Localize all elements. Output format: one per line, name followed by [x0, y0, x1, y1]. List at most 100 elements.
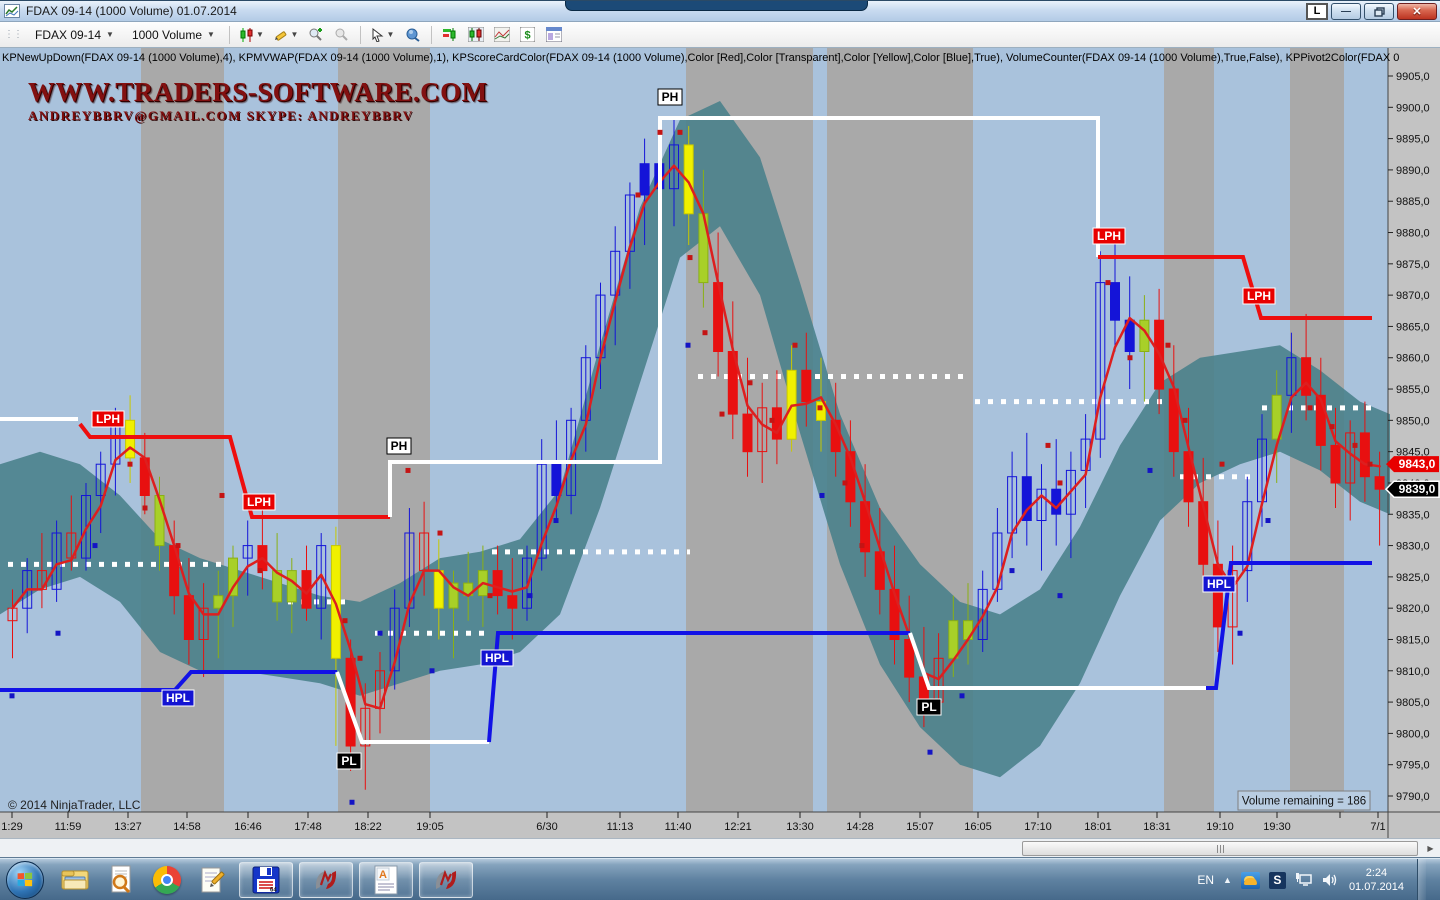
start-button[interactable] [6, 861, 44, 899]
taskbar: 64 A EN ▲ S 2:24 01.07.2014 [0, 858, 1440, 900]
minimize-button[interactable]: — [1331, 3, 1361, 20]
candle [1199, 502, 1208, 565]
zoom-out-button[interactable] [331, 25, 353, 45]
zoom-in-button[interactable] [305, 25, 327, 45]
price-tick-label: 9860,0 [1396, 353, 1430, 365]
search-document-icon [108, 865, 134, 895]
toolbar-separator [360, 26, 361, 44]
scrollbar-right-arrow[interactable]: ▶ [1423, 841, 1438, 856]
price-tick-label: 9905,0 [1396, 71, 1430, 83]
skype-icon[interactable]: S [1269, 872, 1286, 889]
candle [640, 164, 649, 195]
app-icon [4, 4, 20, 18]
chevron-down-icon: ▼ [207, 30, 215, 39]
candle [508, 596, 517, 609]
ninjatrader-icon [431, 865, 461, 895]
hidden-icons-button[interactable]: ▲ [1223, 875, 1232, 885]
volume-icon[interactable] [1322, 871, 1340, 889]
market-analyzer-icon [468, 27, 484, 42]
tray-time: 2:24 [1349, 866, 1404, 880]
taskbar-item-search[interactable] [101, 861, 141, 899]
time-tick-label: 6/30 [536, 821, 557, 833]
svg-text:9839,0: 9839,0 [1399, 482, 1436, 496]
candle [126, 420, 135, 458]
chart-trader-button[interactable] [439, 25, 461, 45]
interval-dropdown[interactable]: 1000 Volume▼ [125, 25, 222, 45]
price-tick-label: 9850,0 [1396, 415, 1430, 427]
svg-text:PL: PL [341, 754, 356, 768]
restore-button[interactable] [1364, 3, 1394, 20]
time-tick-label: 13:30 [786, 821, 814, 833]
show-desktop-button[interactable] [1417, 859, 1426, 900]
svg-text:64: 64 [270, 887, 277, 893]
time-tick-label: 18:01 [1084, 821, 1112, 833]
dollar-icon: $ [520, 27, 535, 42]
time-tick-label: 16:05 [964, 821, 992, 833]
account-button[interactable]: $ [517, 25, 539, 45]
candle [287, 571, 296, 602]
network-icon[interactable] [1295, 871, 1313, 889]
svg-text:9843,0: 9843,0 [1399, 457, 1436, 471]
svg-text:$: $ [525, 30, 531, 42]
candle [493, 571, 502, 596]
price-chart[interactable]: LPHLPHPHPHLPHLPHHPLHPLHPLPLPL9905,09900,… [0, 48, 1440, 838]
svg-text:LPH: LPH [96, 412, 120, 426]
svg-text:PL: PL [921, 700, 936, 714]
crosshair-button[interactable] [402, 25, 424, 45]
log-button[interactable]: L [1306, 3, 1328, 20]
time-tick-label: 19:05 [416, 821, 444, 833]
svg-text:A: A [379, 869, 387, 881]
market-analyzer-button[interactable] [465, 25, 487, 45]
svg-text:HPL: HPL [1207, 577, 1231, 591]
taskbar-item-ninjatrader[interactable] [299, 862, 353, 898]
toolbar-separator [229, 26, 230, 44]
window-title: FDAX 09-14 (1000 Volume) 01.07.2014 [26, 4, 237, 18]
time-tick-label: 18:31 [1143, 821, 1171, 833]
taskbar-item-floppy-64[interactable]: 64 [239, 862, 293, 898]
candle [1360, 433, 1369, 477]
taskbar-item-chrome[interactable] [147, 861, 187, 899]
svg-text:Volume remaining = 186: Volume remaining = 186 [1242, 796, 1366, 808]
horizontal-scrollbar[interactable]: ▶ [0, 838, 1440, 858]
clock[interactable]: 2:24 01.07.2014 [1349, 866, 1404, 894]
candle [743, 414, 752, 452]
data-grid-icon [546, 27, 562, 42]
time-tick-label: 11:59 [55, 821, 82, 833]
document-a-icon: A [372, 865, 400, 895]
svg-text:PH: PH [662, 90, 679, 104]
cursor-button[interactable]: ▼ [368, 25, 398, 45]
time-tick-label: 11:13 [607, 821, 634, 833]
taskbar-item-explorer[interactable] [55, 861, 95, 899]
time-tick-label: 11:40 [665, 821, 692, 833]
price-tick-label: 9890,0 [1396, 165, 1430, 177]
svg-text:LPH: LPH [1097, 229, 1121, 243]
data-grid-button[interactable] [543, 25, 565, 45]
language-indicator[interactable]: EN [1197, 873, 1214, 887]
system-tray: EN ▲ S 2:24 01.07.2014 [1197, 859, 1440, 900]
cloud-app-icon[interactable] [1241, 872, 1260, 889]
taskbar-item-wordpad[interactable]: A [359, 862, 413, 898]
taskbar-item-ninjatrader-2[interactable] [419, 862, 473, 898]
candle [552, 464, 561, 495]
chevron-down-icon: ▼ [290, 30, 298, 39]
notepad-pencil-icon [199, 866, 227, 894]
mini-chart-button[interactable] [491, 25, 513, 45]
time-tick-label: 18:22 [354, 821, 382, 833]
instrument-dropdown[interactable]: FDAX 09-14▼ [28, 25, 121, 45]
chart-style-button[interactable]: ▼ [237, 25, 267, 45]
time-tick-label: 13:27 [114, 821, 142, 833]
candle [184, 596, 193, 640]
pointer-icon [371, 28, 384, 42]
drawing-tools-button[interactable]: ▼ [271, 25, 301, 45]
scrollbar-thumb[interactable] [1022, 841, 1418, 856]
time-tick-label: 1:29 [1, 821, 22, 833]
windows-logo-icon [18, 872, 34, 888]
candle [1111, 283, 1120, 321]
toolbar-grip[interactable]: ⋮⋮ [4, 29, 22, 40]
close-button[interactable]: ✕ [1397, 3, 1437, 20]
line-chart-icon [494, 27, 510, 42]
taskbar-item-notepad[interactable] [193, 861, 233, 899]
zoom-out-icon [334, 27, 349, 42]
price-tick-label: 9895,0 [1396, 134, 1430, 146]
price-tick-label: 9885,0 [1396, 196, 1430, 208]
